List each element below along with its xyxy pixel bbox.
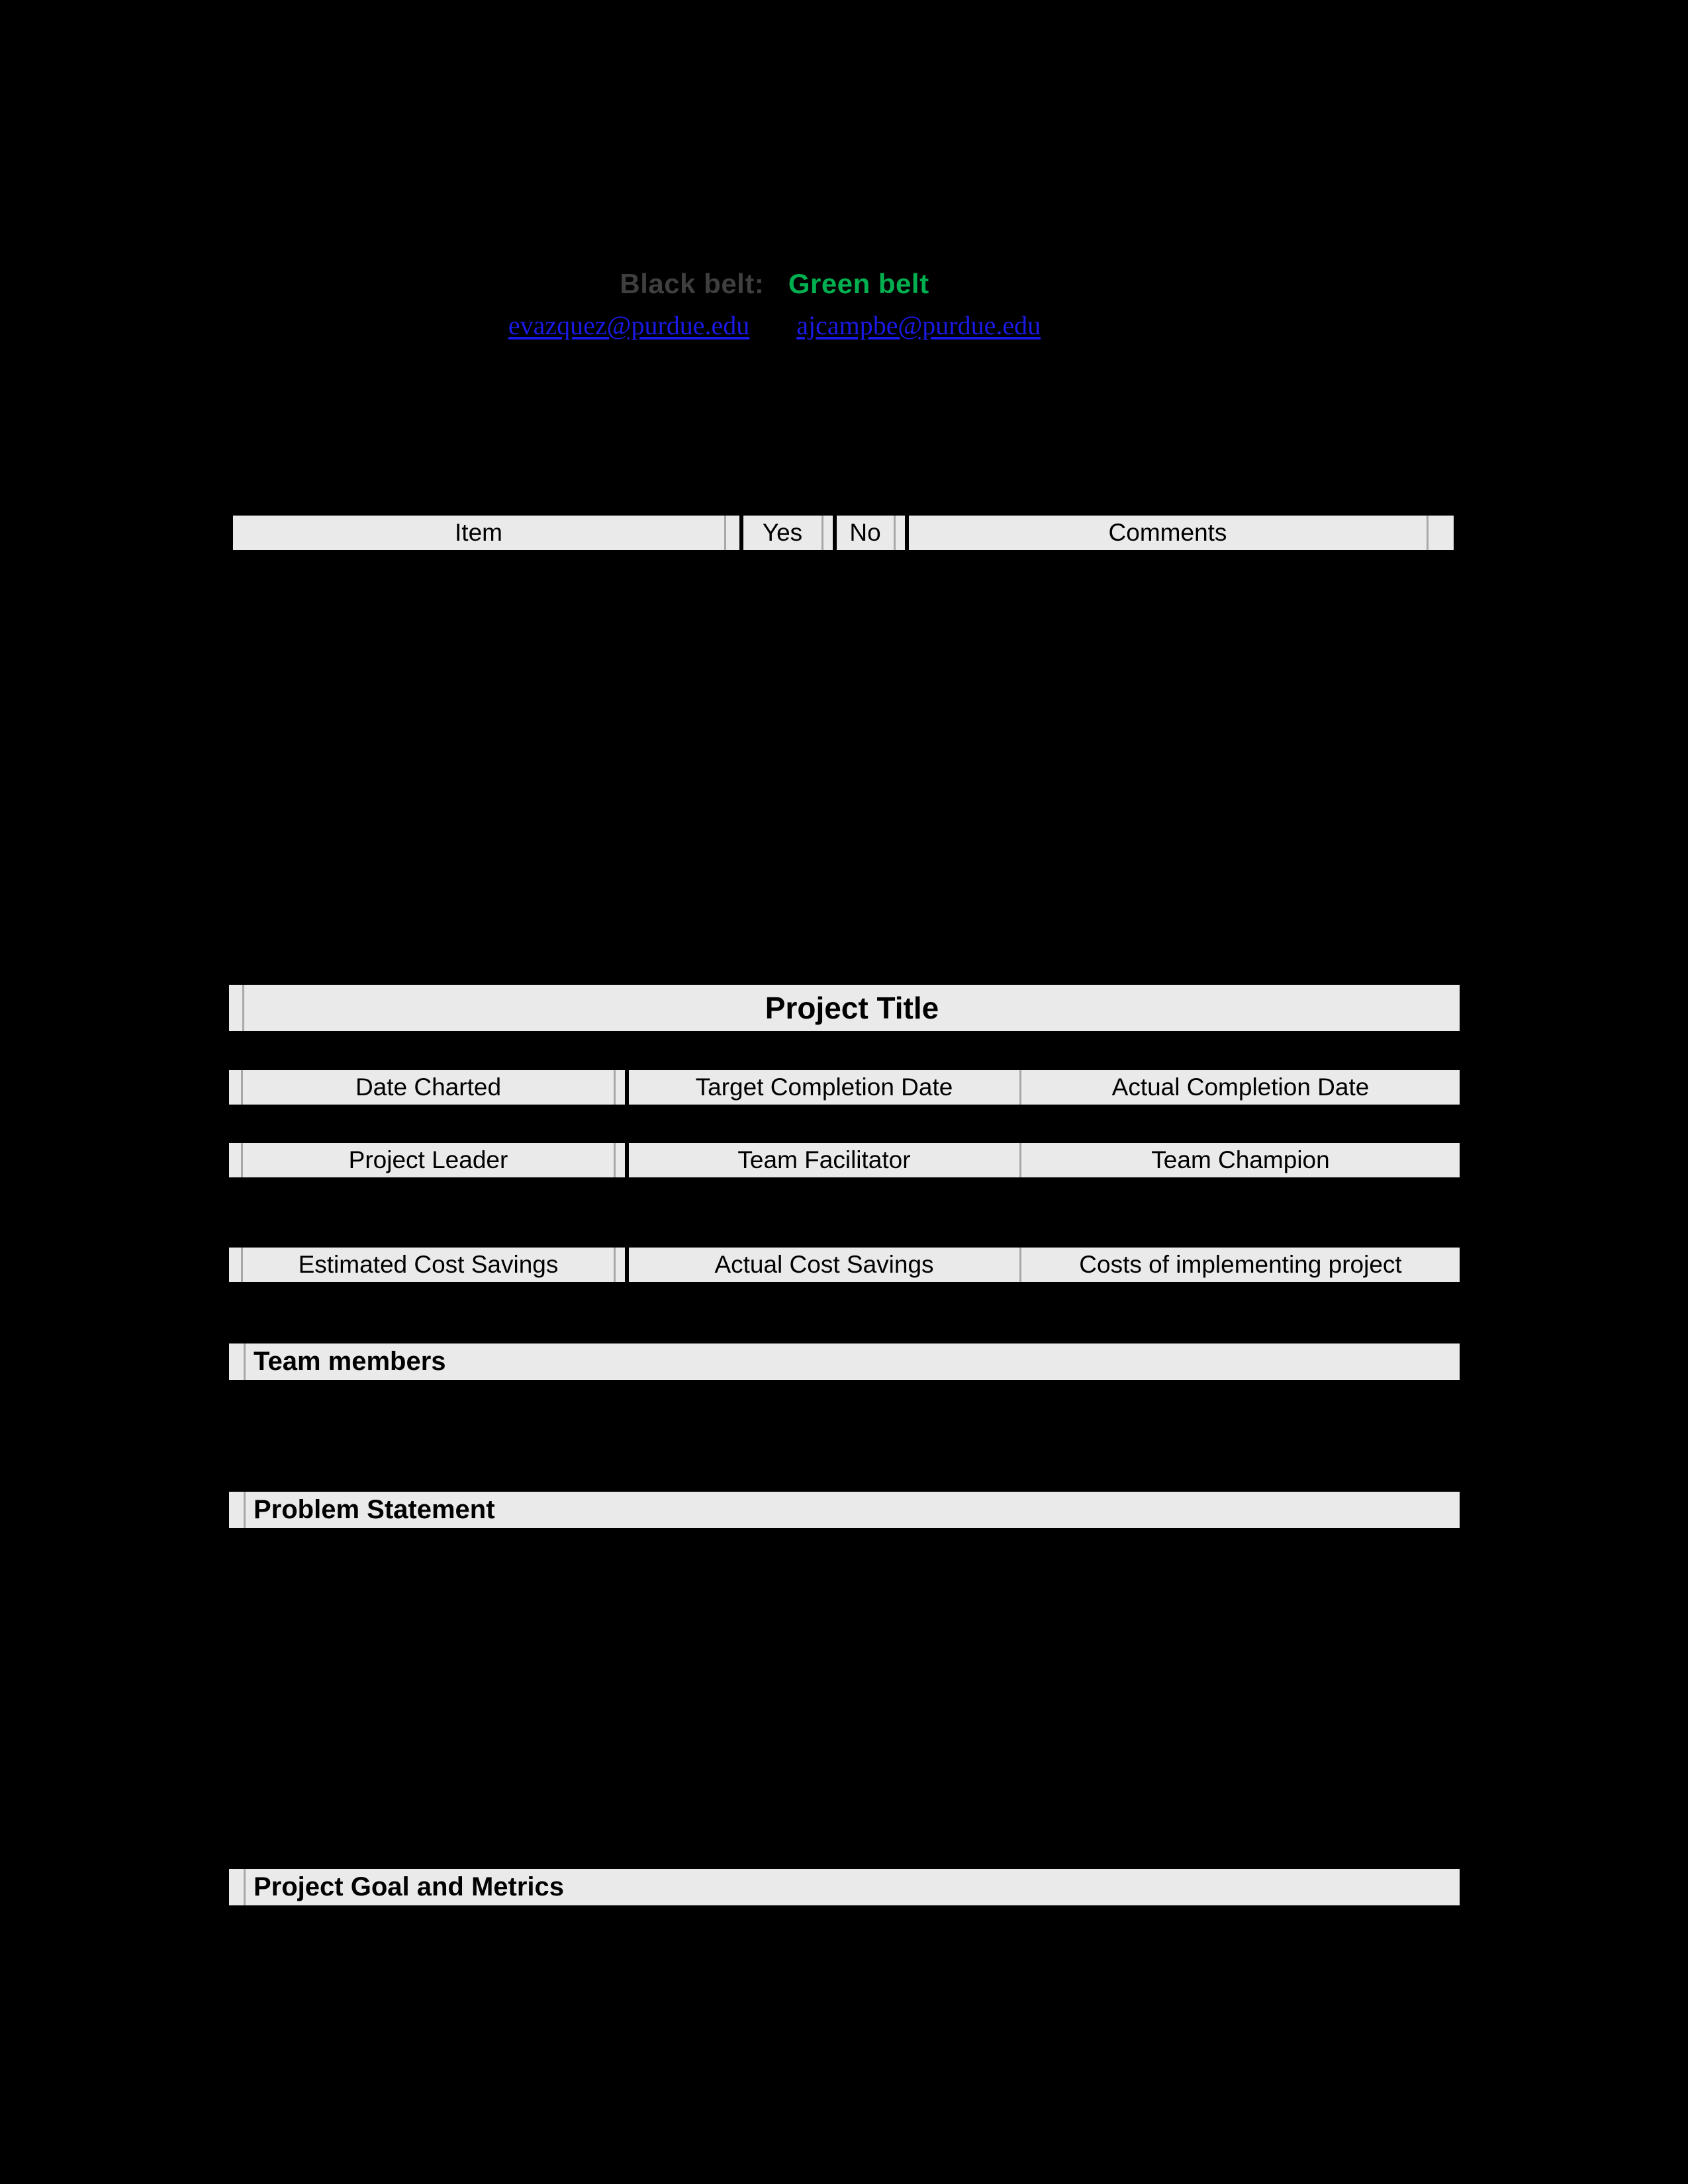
column-header-comments: Comments xyxy=(909,516,1427,550)
people-left-pad xyxy=(229,1143,241,1177)
title-left-pad xyxy=(229,985,242,1031)
green-belt-label: Green belt xyxy=(788,268,929,299)
costs-row: Estimated Cost Savings Actual Cost Savin… xyxy=(229,1248,1460,1282)
green-belt-email-link[interactable]: ajcampbe@purdue.edu xyxy=(796,310,1041,340)
belt-roles-line: Black belt: Green belt xyxy=(0,268,1549,300)
column-gap-4 xyxy=(1429,516,1454,550)
column-header-yes: Yes xyxy=(743,516,821,550)
team-members-left-pad xyxy=(229,1343,244,1380)
section-header-project-goal: Project Goal and Metrics xyxy=(229,1869,1460,1905)
checklist-table-header: Item Yes No Comments xyxy=(233,516,1454,550)
team-members-label: Team members xyxy=(254,1347,446,1376)
costs-gap-1 xyxy=(616,1248,625,1282)
column-header-no: No xyxy=(837,516,894,550)
people-row: Project Leader Team Facilitator Team Cha… xyxy=(229,1143,1460,1177)
document-page: Black belt: Green belt evazquez@purdue.e… xyxy=(0,0,1688,2184)
field-costs-of-implementing-project[interactable]: Costs of implementing project xyxy=(1021,1248,1460,1282)
project-goal-label: Project Goal and Metrics xyxy=(254,1872,565,1901)
dates-left-pad xyxy=(229,1070,241,1105)
field-target-completion-date[interactable]: Target Completion Date xyxy=(629,1070,1019,1105)
field-estimated-cost-savings[interactable]: Estimated Cost Savings xyxy=(243,1248,614,1282)
dates-row: Date Charted Target Completion Date Actu… xyxy=(229,1070,1460,1105)
column-header-item: Item xyxy=(233,516,724,550)
problem-statement-left-pad xyxy=(229,1492,244,1528)
project-goal-left-pad xyxy=(229,1869,244,1905)
field-project-leader[interactable]: Project Leader xyxy=(243,1143,614,1177)
black-belt-email-link[interactable]: evazquez@purdue.edu xyxy=(508,310,749,340)
section-header-team-members: Team members xyxy=(229,1343,1460,1380)
people-gap-1 xyxy=(616,1143,625,1177)
section-header-problem-statement: Problem Statement xyxy=(229,1492,1460,1528)
column-gap-1 xyxy=(726,516,739,550)
problem-statement-label: Problem Statement xyxy=(254,1495,495,1524)
field-date-charted[interactable]: Date Charted xyxy=(243,1070,614,1105)
column-gap-2 xyxy=(823,516,833,550)
field-actual-completion-date[interactable]: Actual Completion Date xyxy=(1021,1070,1460,1105)
dates-gap-1 xyxy=(616,1070,625,1105)
field-team-facilitator[interactable]: Team Facilitator xyxy=(629,1143,1019,1177)
black-belt-label: Black belt: xyxy=(620,268,765,299)
costs-left-pad xyxy=(229,1248,241,1282)
project-title-bar: Project Title xyxy=(229,985,1460,1031)
field-team-champion[interactable]: Team Champion xyxy=(1021,1143,1460,1177)
page-title: Project Title xyxy=(765,991,939,1025)
belt-emails-row: evazquez@purdue.edu ajcampbe@purdue.edu xyxy=(0,310,1549,341)
field-actual-cost-savings[interactable]: Actual Cost Savings xyxy=(629,1248,1019,1282)
column-gap-3 xyxy=(896,516,905,550)
